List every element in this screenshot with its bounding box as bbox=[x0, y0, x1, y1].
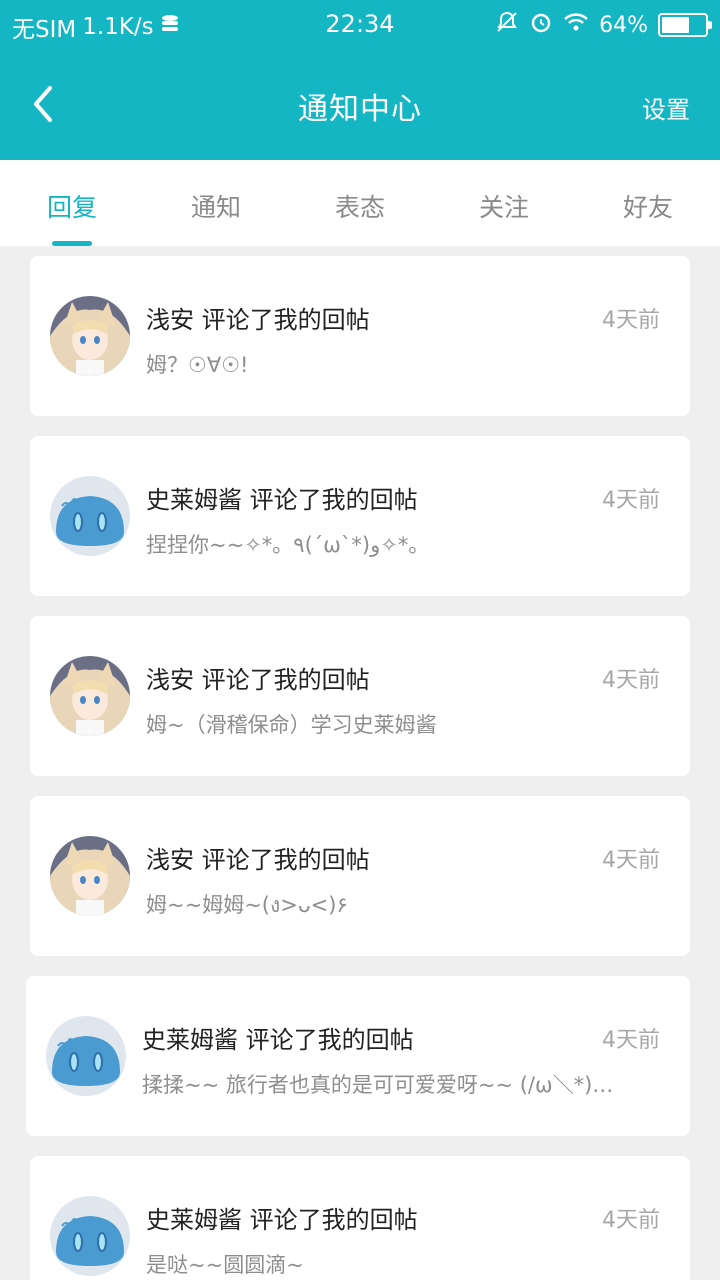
anime-girl-avatar[interactable] bbox=[50, 836, 130, 916]
notification-title: 史莱姆酱 评论了我的回帖 bbox=[142, 1026, 414, 1054]
notification-message: 姆~（滑稽保命）学习史莱姆酱 bbox=[146, 713, 437, 737]
notification-time: 4天前 bbox=[602, 488, 660, 513]
battery-percent: 64% bbox=[599, 12, 648, 38]
tab-follow[interactable]: 关注 bbox=[432, 160, 576, 246]
anime-girl-avatar[interactable] bbox=[50, 296, 130, 376]
notification-message: 姆~~姆姆~(ง>ᴗ<)۶ bbox=[146, 893, 348, 917]
slime-avatar[interactable] bbox=[50, 476, 130, 556]
anime-girl-avatar[interactable] bbox=[50, 656, 130, 736]
tab-label: 表态 bbox=[334, 193, 385, 222]
slime-avatar[interactable] bbox=[50, 1196, 130, 1276]
header: 无SIM 1.1K/s 22:34 64% 通知中心 设置 bbox=[0, 0, 720, 160]
notification-card[interactable]: 浅安 评论了我的回帖 4天前 姆~~姆姆~(ง>ᴗ<)۶ bbox=[30, 796, 690, 956]
notification-title: 史莱姆酱 评论了我的回帖 bbox=[146, 486, 418, 514]
tab-bar: 回复 通知 表态 关注 好友 bbox=[0, 160, 720, 246]
notification-title: 浅安 评论了我的回帖 bbox=[146, 666, 370, 694]
notification-title: 浅安 评论了我的回帖 bbox=[146, 306, 370, 334]
notification-card[interactable]: 浅安 评论了我的回帖 4天前 姆~（滑稽保命）学习史莱姆酱 bbox=[30, 616, 690, 776]
notification-card[interactable]: 史莱姆酱 评论了我的回帖 4天前 捏捏你~~✧*。٩(ˊωˋ*)و✧*。 bbox=[30, 436, 690, 596]
tab-label: 好友 bbox=[622, 193, 673, 222]
tab-reply[interactable]: 回复 bbox=[0, 160, 144, 246]
tab-reaction[interactable]: 表态 bbox=[288, 160, 432, 246]
notification-title: 史莱姆酱 评论了我的回帖 bbox=[146, 1206, 418, 1234]
notification-message: 是哒~~圆圆滴~ bbox=[146, 1253, 304, 1277]
wifi-icon bbox=[563, 11, 589, 39]
tab-friends[interactable]: 好友 bbox=[576, 160, 720, 246]
alarm-icon bbox=[529, 10, 553, 40]
notification-time: 4天前 bbox=[602, 308, 660, 333]
slime-avatar[interactable] bbox=[46, 1016, 126, 1096]
notification-time: 4天前 bbox=[602, 1028, 660, 1053]
mute-icon bbox=[495, 10, 519, 40]
app-bar: 通知中心 设置 bbox=[0, 50, 720, 160]
notification-title: 浅安 评论了我的回帖 bbox=[146, 846, 370, 874]
notification-list[interactable]: 浅安 评论了我的回帖 4天前 姆？☉∀☉! 史莱姆酱 评论了我的回帖 4天前 捏… bbox=[0, 246, 720, 1280]
notification-card[interactable]: 史莱姆酱 评论了我的回帖 4天前 揉揉~~ 旅行者也真的是可可爱爱呀~~ (/ω… bbox=[26, 976, 690, 1136]
settings-button[interactable]: 设置 bbox=[642, 90, 690, 125]
page-title: 通知中心 bbox=[298, 92, 422, 127]
status-bar: 无SIM 1.1K/s 22:34 64% bbox=[0, 0, 720, 50]
notification-time: 4天前 bbox=[602, 668, 660, 693]
notification-message: 揉揉~~ 旅行者也真的是可可爱爱呀~~ (/ω＼*)… bbox=[142, 1073, 614, 1097]
notification-time: 4天前 bbox=[602, 1208, 660, 1233]
notification-time: 4天前 bbox=[602, 848, 660, 873]
notification-card[interactable]: 浅安 评论了我的回帖 4天前 姆？☉∀☉! bbox=[30, 256, 690, 416]
notification-message: 捏捏你~~✧*。٩(ˊωˋ*)و✧*。 bbox=[146, 533, 430, 557]
notification-message: 姆？☉∀☉! bbox=[146, 353, 249, 377]
tab-label: 通知 bbox=[190, 193, 241, 222]
tab-label: 回复 bbox=[46, 193, 97, 222]
tab-label: 关注 bbox=[478, 193, 529, 222]
tab-notice[interactable]: 通知 bbox=[144, 160, 288, 246]
notification-card[interactable]: 史莱姆酱 评论了我的回帖 4天前 是哒~~圆圆滴~ bbox=[30, 1156, 690, 1280]
battery-icon bbox=[658, 13, 712, 37]
